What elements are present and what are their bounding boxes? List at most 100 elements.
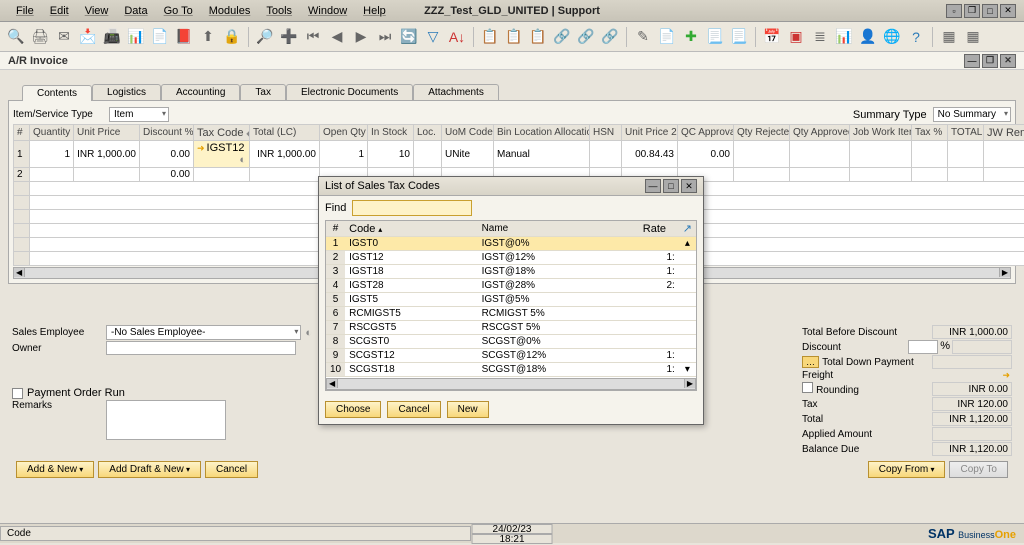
menu-view[interactable]: View [77,3,117,19]
calendar-icon[interactable]: 📅 [762,27,782,47]
user-icon[interactable]: 👤 [858,27,878,47]
extra1-icon[interactable]: ▦ [939,27,959,47]
doc3-icon[interactable]: 📋 [528,27,548,47]
tl-col-name[interactable]: Name [478,221,639,237]
find-icon[interactable]: 🔎 [255,27,275,47]
doc2-icon[interactable]: 📋 [504,27,524,47]
sort-icon[interactable]: A↓ [447,27,467,47]
taxlist-hscrollbar[interactable] [326,378,696,390]
chart-icon[interactable]: 📊 [834,27,854,47]
col-tax-code[interactable]: Tax Code ⬥ [194,125,250,141]
help-icon[interactable]: ? [906,27,926,47]
copy-from-button[interactable]: Copy From [868,461,946,478]
col-open-qty[interactable]: Open Qty [320,125,368,141]
modal-maximize-icon[interactable]: □ [663,179,679,193]
new-button[interactable]: New [447,401,489,418]
col-num[interactable]: # [14,125,30,141]
menu-help[interactable]: Help [355,3,394,19]
menu-tools[interactable]: Tools [258,3,300,19]
tax-row[interactable]: 3IGST18IGST@18%1: [326,265,696,279]
tab-contents[interactable]: Contents [22,85,92,101]
summary-type-dropdown[interactable]: No Summary [933,107,1011,122]
col-jobwork[interactable]: Job Work Item [850,125,912,141]
menu-modules[interactable]: Modules [201,3,259,19]
refresh-icon[interactable]: 🔄 [399,27,419,47]
tax-row[interactable]: 2IGST12IGST@12%1: [326,251,696,265]
col-uom[interactable]: UoM Code [442,125,494,141]
col-qty[interactable]: Quantity [30,125,74,141]
payment-order-checkbox[interactable] [12,388,23,399]
alert-icon[interactable]: ▣ [786,27,806,47]
tax-code-list[interactable]: # Code ▴ Name Rate ↗ 1IGST0IGST@0%▴ 2IGS… [325,220,697,391]
export-excel-icon[interactable]: 📊 [126,27,146,47]
link-arrow-icon[interactable]: ➜ [197,143,205,153]
col-unit-price2[interactable]: Unit Price 2 [622,125,678,141]
col-jwremarks[interactable]: JW Remarks ↗ [984,125,1024,141]
fax-icon[interactable]: 📠 [102,27,122,47]
report-icon[interactable]: ≣ [810,27,830,47]
tab-attachments[interactable]: Attachments [413,84,499,100]
tab-accounting[interactable]: Accounting [161,84,240,100]
freight-link-icon[interactable]: ➜ [1002,370,1010,381]
doc-close-icon[interactable]: ✕ [1000,54,1016,68]
tab-logistics[interactable]: Logistics [92,84,161,100]
first-record-icon[interactable]: ⏮ [303,27,323,47]
tl-col-code[interactable]: Code ▴ [345,221,477,237]
item-service-type-dropdown[interactable]: Item [109,107,169,122]
menu-file[interactable]: File [8,3,42,19]
tax-row[interactable]: 9SCGST12SCGST@12%1: [326,349,696,363]
find-input[interactable] [352,200,472,216]
link3-icon[interactable]: 🔗 [600,27,620,47]
col-loc[interactable]: Loc. [414,125,442,141]
tax-row[interactable]: 8SCGST0SCGST@0% [326,335,696,349]
tax-row[interactable]: 1IGST0IGST@0%▴ [326,237,696,251]
menu-data[interactable]: Data [116,3,155,19]
col-total2[interactable]: TOTAL [948,125,984,141]
base-doc-icon[interactable]: 📃 [705,27,725,47]
grid-row[interactable]: 1 1 INR 1,000.00 0.00 ➜IGST12◐ INR 1,000… [14,141,1024,168]
tax-row[interactable]: 10SCGST18SCGST@18%1:▾ [326,363,696,377]
tl-col-rate[interactable]: Rate [639,221,679,237]
col-unit-price[interactable]: Unit Price [74,125,140,141]
export-word-icon[interactable]: 📄 [150,27,170,47]
modal-minimize-icon[interactable]: — [645,179,661,193]
tl-col-num[interactable]: # [326,221,345,237]
maximize-icon[interactable]: □ [982,4,998,18]
restore-icon[interactable]: ❐ [964,4,980,18]
lock-icon[interactable]: 🔒 [222,27,242,47]
col-discount[interactable]: Discount % [140,125,194,141]
edit-icon[interactable]: ✎ [633,27,653,47]
link2-icon[interactable]: 🔗 [576,27,596,47]
add-doc-icon[interactable]: ✚ [681,27,701,47]
tl-expand-icon[interactable]: ↗ [679,221,696,237]
menu-window[interactable]: Window [300,3,355,19]
cancel-button[interactable]: Cancel [205,461,258,478]
col-bin[interactable]: Bin Location Allocation [494,125,590,141]
export-pdf-icon[interactable]: 📕 [174,27,194,47]
col-taxpct[interactable]: Tax % [912,125,948,141]
tab-tax[interactable]: Tax [240,84,286,100]
col-qty-approved[interactable]: Qty Approved [790,125,850,141]
last-record-icon[interactable]: ⏭ [375,27,395,47]
email-icon[interactable]: ✉ [54,27,74,47]
col-hsn[interactable]: HSN [590,125,622,141]
tax-row[interactable]: 6RCMIGST5RCMIGST 5% [326,307,696,321]
owner-input[interactable] [106,341,296,355]
discount-pct-input[interactable] [908,340,938,354]
preview-icon[interactable]: 🔍 [6,27,26,47]
col-in-stock[interactable]: In Stock [368,125,414,141]
print-icon[interactable]: 🖨 [30,27,50,47]
new-doc-icon[interactable]: 📄 [657,27,677,47]
add-new-button[interactable]: Add & New [16,461,94,478]
modal-cancel-button[interactable]: Cancel [387,401,440,418]
link1-icon[interactable]: 🔗 [552,27,572,47]
close-icon[interactable]: ✕ [1000,4,1016,18]
sms-icon[interactable]: 📩 [78,27,98,47]
sales-employee-cfl-icon[interactable]: ◐ [305,327,312,339]
target-doc-icon[interactable]: 📃 [729,27,749,47]
tax-row[interactable]: 4IGST28IGST@28%2: [326,279,696,293]
remarks-textarea[interactable] [106,400,226,440]
tab-edocs[interactable]: Electronic Documents [286,84,413,100]
add-draft-new-button[interactable]: Add Draft & New [98,461,201,478]
launch-app-icon[interactable]: ⬆ [198,27,218,47]
